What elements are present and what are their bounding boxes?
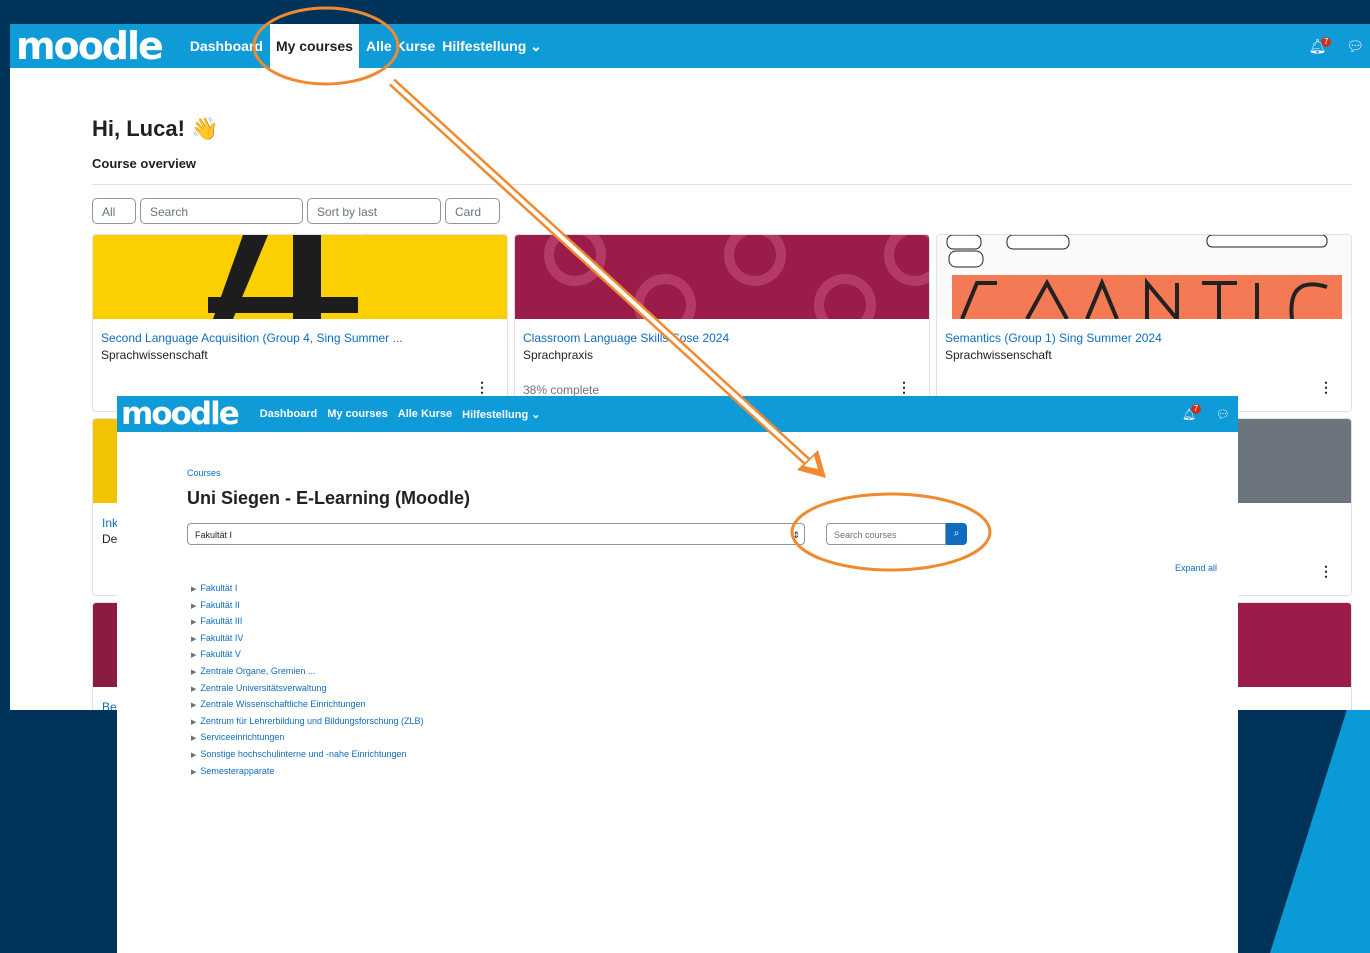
moodle-logo[interactable]: moodle xyxy=(121,396,240,432)
nav-my-courses[interactable]: My courses xyxy=(269,24,359,68)
nav-hilfestellung[interactable]: Hilfestellung ⌄ xyxy=(462,408,540,421)
expand-all-link[interactable]: Expand all xyxy=(1175,563,1217,573)
course-menu-icon[interactable]: ⋮ xyxy=(475,379,489,396)
notification-bell-icon[interactable]: 🔔︎7 xyxy=(1308,36,1336,55)
nav-dashboard[interactable]: Dashboard xyxy=(190,24,263,68)
course-title[interactable]: Classroom Language Skills Sose 2024 xyxy=(523,331,729,345)
category-item[interactable]: ▶ Sonstige hochschulinterne und -nahe Ein… xyxy=(191,746,424,763)
search-button[interactable]: ⌕ xyxy=(946,523,967,545)
category-item[interactable]: ▶ Zentrale Wissenschaftliche Einrichtunge… xyxy=(191,696,424,713)
course-title[interactable]: Second Language Acquisition (Group 4, Si… xyxy=(101,331,403,345)
nav-my-courses[interactable]: My courses xyxy=(327,408,388,421)
notification-badge: 7 xyxy=(1191,403,1202,414)
category-item[interactable]: ▶ Zentrale Organe, Gremien ... xyxy=(191,663,424,680)
nav-alle-kurse[interactable]: Alle Kurse xyxy=(398,408,452,421)
expand-triangle-icon[interactable]: ▶ xyxy=(191,769,196,776)
nav-hilfestellung[interactable]: Hilfestellung ⌄ xyxy=(442,24,542,68)
course-search-input[interactable]: Search xyxy=(140,198,303,224)
expand-triangle-icon[interactable]: ▶ xyxy=(191,586,196,593)
course-card[interactable]: Classroom Language Skills Sose 2024 Spra… xyxy=(514,234,930,412)
category-item[interactable]: ▶ Fakultät II xyxy=(191,597,424,614)
category-item[interactable]: ▶ Zentrum für Lehrerbildung und Bildungsf… xyxy=(191,713,424,730)
expand-triangle-icon[interactable]: ▶ xyxy=(191,686,196,693)
filter-dropdown[interactable]: All ⌄ xyxy=(92,198,136,245)
category-item[interactable]: ▶ Fakultät V xyxy=(191,646,424,663)
category-item[interactable]: ▶ Fakultät I xyxy=(191,580,424,597)
course-title[interactable]: Semantics (Group 1) Sing Summer 2024 xyxy=(945,331,1162,345)
course-category: Sprachwissenschaft xyxy=(945,348,1052,362)
course-progress: 38% complete xyxy=(523,383,600,397)
expand-triangle-icon[interactable]: ▶ xyxy=(191,752,196,759)
course-category: Sprachpraxis xyxy=(523,348,594,362)
courses-navbar: moodle Dashboard My courses Alle Kurse H… xyxy=(117,396,1238,432)
messages-icon[interactable]: 💬︎ xyxy=(1346,38,1364,55)
course-menu-icon[interactable]: ⋮ xyxy=(897,379,911,396)
course-card[interactable]: Second Language Acquisition (Group 4, Si… xyxy=(92,234,508,412)
notification-badge: 7 xyxy=(1321,36,1332,47)
messages-icon[interactable]: 💬︎ xyxy=(1216,408,1230,421)
page-title: Uni Siegen - E-Learning (Moodle) xyxy=(187,488,470,508)
course-image xyxy=(937,235,1351,325)
partial-course-category: De xyxy=(102,532,118,546)
expand-triangle-icon[interactable]: ▶ xyxy=(191,669,196,676)
expand-triangle-icon[interactable]: ▶ xyxy=(191,735,196,742)
course-category: Sprachwissenschaft xyxy=(101,348,208,362)
partial-course-title: Be xyxy=(102,700,117,710)
category-item[interactable]: ▶ Fakultät IV xyxy=(191,630,424,647)
notification-bell-icon[interactable]: 🔔︎7 xyxy=(1182,403,1206,421)
expand-triangle-icon[interactable]: ▶ xyxy=(191,603,196,610)
nav-dashboard[interactable]: Dashboard xyxy=(260,408,317,421)
expand-triangle-icon[interactable]: ▶ xyxy=(191,652,196,659)
category-item[interactable]: ▶ Serviceeinrichtungen xyxy=(191,729,424,746)
category-select[interactable]: Fakultät I ⇕ xyxy=(187,523,805,545)
greeting: Hi, Luca! 👋 xyxy=(92,116,219,141)
nav-alle-kurse[interactable]: Alle Kurse xyxy=(366,24,435,68)
expand-triangle-icon[interactable]: ▶ xyxy=(191,619,196,626)
course-menu-icon[interactable]: ⋮ xyxy=(1319,379,1333,396)
moodle-logo[interactable]: moodle xyxy=(16,24,164,68)
expand-triangle-icon[interactable]: ▶ xyxy=(191,719,196,726)
course-card[interactable]: Semantics (Group 1) Sing Summer 2024 Spr… xyxy=(936,234,1352,412)
divider xyxy=(92,184,1352,185)
courses-screenshot: moodle Dashboard My courses Alle Kurse H… xyxy=(117,396,1238,953)
decorative-stripe xyxy=(1270,700,1370,953)
course-menu-icon[interactable]: ⋮ xyxy=(1319,563,1333,580)
top-navbar: moodle Dashboard My courses Alle Kurse H… xyxy=(10,24,1370,68)
select-arrow-icon: ⇕ xyxy=(792,530,800,540)
view-dropdown[interactable]: Card ⌄ xyxy=(445,198,500,245)
expand-triangle-icon[interactable]: ▶ xyxy=(191,636,196,643)
course-overview-title: Course overview xyxy=(92,156,197,171)
category-item[interactable]: ▶ Semesterapparate xyxy=(191,763,424,780)
category-select-value: Fakultät I xyxy=(195,530,233,540)
course-image xyxy=(515,235,929,336)
partial-course-title: Ink xyxy=(102,516,119,530)
category-item[interactable]: ▶ Fakultät III xyxy=(191,613,424,630)
course-image xyxy=(93,235,507,319)
category-tree: ▶ Fakultät I ▶ Fakultät II ▶ Fakultät III ▶… xyxy=(191,580,424,779)
sort-dropdown[interactable]: Sort by last accessed ⌄ xyxy=(307,198,441,245)
expand-triangle-icon[interactable]: ▶ xyxy=(191,702,196,709)
category-item[interactable]: ▶ Zentrale Universitätsverwaltung xyxy=(191,680,424,697)
search-icon: ⌕ xyxy=(953,528,960,539)
search-courses-input[interactable]: Search courses xyxy=(826,523,946,545)
breadcrumb[interactable]: Courses xyxy=(187,468,221,478)
